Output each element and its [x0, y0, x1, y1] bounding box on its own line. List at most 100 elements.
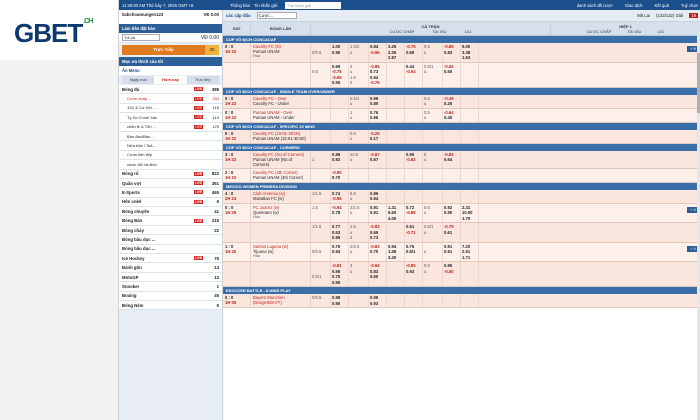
odds-value[interactable] — [462, 157, 477, 163]
league-header[interactable]: CÚP VÔ ĐỊCH CONCACAF — [223, 36, 700, 43]
odds-value[interactable]: 4.00 — [388, 216, 403, 222]
notice-label[interactable]: Thông báo — [230, 3, 250, 8]
odds-value[interactable] — [462, 196, 477, 202]
odds-value[interactable] — [388, 235, 403, 241]
odds-value[interactable] — [388, 280, 403, 286]
hide-menu[interactable]: Ẩn Menu — [119, 66, 222, 75]
odds-value[interactable] — [312, 301, 329, 307]
odds-value[interactable]: 0.5/1 — [406, 249, 421, 255]
odds-value[interactable] — [388, 115, 403, 121]
odds-value[interactable] — [406, 75, 421, 81]
odds-value[interactable]: 0.55 — [332, 80, 347, 86]
odds-value[interactable] — [406, 274, 421, 280]
odds-value[interactable] — [462, 235, 477, 241]
odds-value[interactable] — [462, 175, 477, 181]
odds-value[interactable] — [332, 55, 347, 61]
odds-value[interactable]: 0.80 — [370, 101, 385, 107]
odds-value[interactable]: 0.25 — [444, 101, 459, 107]
sport-item[interactable]: Cược chấp ... LIVE 334 — [119, 94, 222, 104]
odds-value[interactable] — [332, 115, 347, 121]
odds-value[interactable] — [424, 196, 441, 202]
odds-value[interactable]: 1.63 — [462, 55, 477, 61]
odds-value[interactable] — [444, 274, 459, 280]
odds-value[interactable] — [312, 235, 329, 241]
league-header[interactable]: CÚP VÔ ĐỊCH CONCACAF - SPECIFIC 15 MINS — [223, 122, 700, 130]
odds-value[interactable] — [406, 175, 421, 181]
odds-value[interactable]: 2 — [350, 235, 367, 241]
odds-value[interactable]: 1.71 — [462, 255, 477, 261]
odds-value[interactable]: 0.99 — [332, 280, 347, 286]
odds-value[interactable] — [424, 301, 441, 307]
league-header[interactable]: CÚP VÔ ĐỊCH CONCACAF - SINGLE TEAM OVER/… — [223, 87, 700, 95]
odds-value[interactable] — [406, 136, 421, 142]
odds-value[interactable] — [406, 235, 421, 241]
search-input[interactable]: Tìm kiếm giải — [285, 1, 342, 9]
odds-value[interactable] — [388, 136, 403, 142]
odds-value[interactable]: u — [350, 157, 367, 163]
odds-value[interactable]: 1.70 — [462, 216, 477, 222]
odds-value[interactable] — [388, 301, 403, 307]
league-header[interactable]: ESOCCER BATTLE - 8 MINS PLAY — [223, 287, 700, 294]
sport-item[interactable]: Đánh gôn 14 — [119, 263, 222, 273]
odds-value[interactable] — [312, 115, 329, 121]
message-link[interactable]: Tin nhắn gửi — [254, 3, 277, 8]
odds-value[interactable] — [462, 101, 477, 107]
odds-value[interactable] — [312, 175, 329, 181]
odds-value[interactable] — [424, 136, 441, 142]
odds-value[interactable]: 0.93 — [370, 301, 385, 307]
odds-value[interactable] — [350, 175, 367, 181]
odds-value[interactable]: 0 — [350, 80, 367, 86]
odds-value[interactable] — [388, 80, 403, 86]
link-results[interactable]: Kết quả — [654, 3, 668, 8]
market-select[interactable]: Cược... — [256, 12, 297, 19]
sport-item[interactable]: Bóng đá LIVE 389 — [119, 85, 222, 95]
odds-value[interactable] — [312, 280, 329, 286]
sport-item[interactable]: Bóng Bàn LIVE 215 — [119, 216, 222, 226]
odds-value[interactable] — [462, 75, 477, 81]
sport-item[interactable]: Cược liên tiếp — [119, 150, 222, 161]
tab-today[interactable]: Hôm nay — [154, 76, 187, 84]
odds-value[interactable] — [350, 301, 367, 307]
odds-value[interactable]: 0.90 — [444, 210, 459, 216]
odds-value[interactable] — [332, 101, 347, 107]
sport-item[interactable]: Hôn cnkê LIVE 6 — [119, 197, 222, 208]
odds-value[interactable]: 0.95 — [332, 235, 347, 241]
favorites-header[interactable]: Mục ưu thích của tôi — [119, 57, 222, 66]
odds-value[interactable] — [462, 274, 477, 280]
sport-item[interactable]: Bóng bầu dục ... — [119, 244, 222, 255]
odds-value[interactable]: u — [424, 115, 441, 121]
live-bet-label[interactable]: Trực Tiếp — [122, 45, 205, 55]
live-bet-button[interactable]: Trực Tiếp 30 — [122, 45, 219, 55]
sport-item[interactable]: 1X2 & Cơ Hội ... LIVE 116 — [119, 103, 222, 114]
odds-value[interactable] — [444, 196, 459, 202]
live-badge[interactable]: 19 — [689, 13, 698, 18]
odds-value[interactable]: 0.78 — [332, 210, 347, 216]
sport-item[interactable]: Boxing 45 — [119, 291, 222, 301]
odds-value[interactable]: 0.70 — [370, 249, 385, 255]
odds-value[interactable]: -0.88 — [406, 210, 421, 216]
odds-value[interactable] — [406, 115, 421, 121]
odds-value[interactable]: 0.17 — [370, 136, 385, 142]
tab-tomorrow[interactable]: Ngày mai — [122, 76, 155, 84]
odds-value[interactable] — [312, 196, 329, 202]
odds-value[interactable] — [424, 55, 441, 61]
sport-item[interactable]: Tỷ Số Chính Xác LIVE 119 — [119, 113, 222, 123]
bet-slip-header[interactable]: Làm tiền đặt bảo — [119, 24, 222, 33]
odds-value[interactable] — [312, 101, 329, 107]
odds-value[interactable]: 0.92 — [332, 157, 347, 163]
odds-value[interactable] — [444, 175, 459, 181]
odds-value[interactable] — [332, 136, 347, 142]
odds-value[interactable] — [312, 136, 329, 142]
sport-item[interactable]: Bóng chuyền 41 — [119, 207, 222, 217]
odds-value[interactable]: 2.87 — [388, 55, 403, 61]
odds-value[interactable]: u — [424, 157, 441, 163]
odds-value[interactable] — [424, 274, 441, 280]
link-options[interactable]: Tuỳ chọn — [681, 3, 698, 8]
odds-value[interactable]: u — [350, 136, 367, 142]
league-count[interactable]: (132/132) Giải — [656, 13, 683, 18]
odds-value[interactable] — [388, 101, 403, 107]
odds-value[interactable] — [312, 210, 329, 216]
sport-item[interactable]: Nửa trận / Toả... — [119, 141, 222, 151]
odds-value[interactable] — [462, 136, 477, 142]
odds-value[interactable] — [312, 80, 329, 86]
